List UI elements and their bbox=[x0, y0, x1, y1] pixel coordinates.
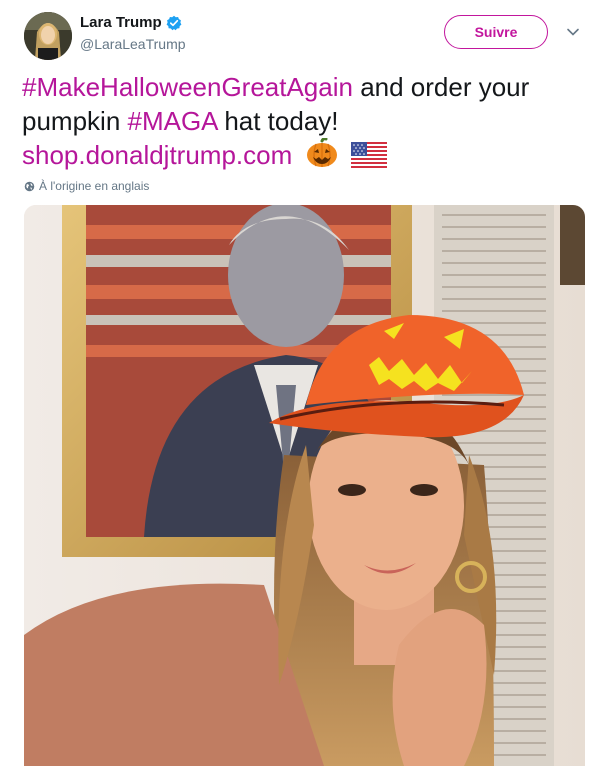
translation-note: À l'origine en anglais bbox=[24, 179, 149, 193]
verified-badge-icon bbox=[166, 15, 182, 31]
follow-button[interactable]: Suivre bbox=[444, 15, 548, 49]
us-flag-icon bbox=[350, 142, 387, 176]
chevron-down-icon[interactable] bbox=[566, 27, 580, 37]
author-name[interactable]: Lara Trump bbox=[80, 14, 162, 31]
shop-link[interactable]: shop.donaldjtrump.com bbox=[22, 140, 292, 170]
jack-o-lantern-icon bbox=[306, 137, 338, 176]
author-block: Lara Trump @LaraLeaTrump bbox=[80, 14, 186, 52]
hashtag-maga[interactable]: #MAGA bbox=[128, 106, 218, 136]
avatar-image bbox=[24, 12, 72, 60]
selfie-photo bbox=[24, 205, 585, 766]
translation-label[interactable]: À l'origine en anglais bbox=[39, 179, 149, 193]
tweet-text-end: hat today! bbox=[217, 106, 339, 136]
tweet-photo[interactable] bbox=[24, 205, 585, 766]
tweet-text: #MakeHalloweenGreatAgain and order your … bbox=[22, 70, 582, 176]
avatar[interactable] bbox=[24, 12, 72, 60]
globe-icon bbox=[24, 181, 35, 191]
author-handle[interactable]: @LaraLeaTrump bbox=[80, 36, 186, 52]
hashtag-makehalloweengreatagain[interactable]: #MakeHalloweenGreatAgain bbox=[22, 72, 353, 102]
